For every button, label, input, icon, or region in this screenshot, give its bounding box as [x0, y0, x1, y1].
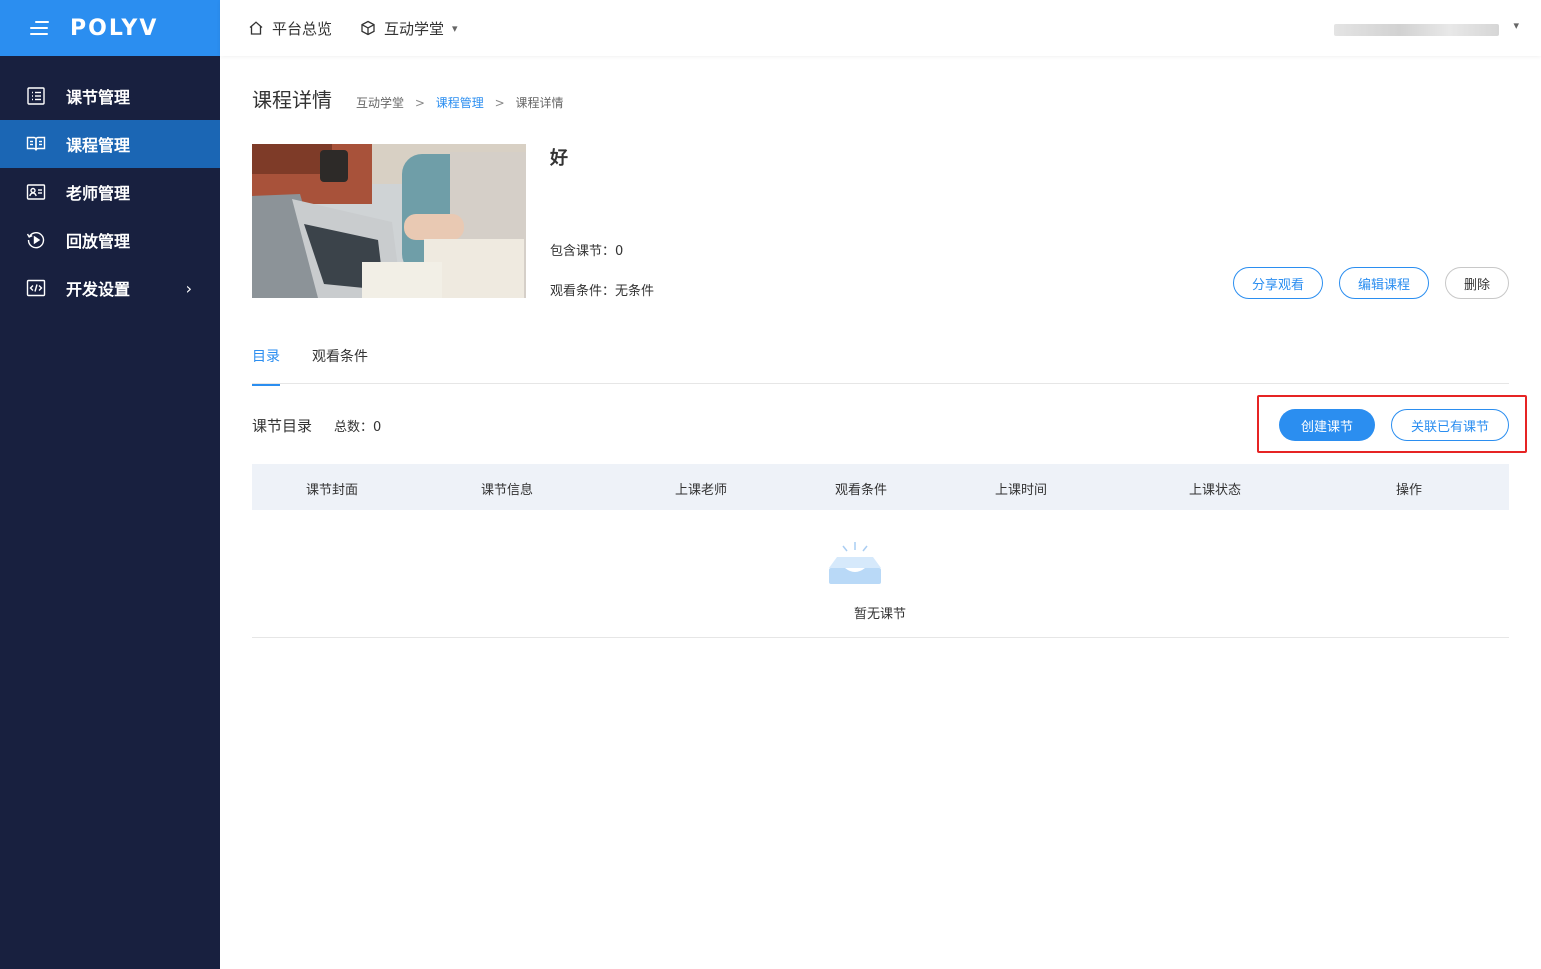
- catalog-total: 总数：0: [334, 420, 382, 435]
- chevron-down-icon[interactable]: ▾: [1513, 19, 1519, 32]
- cover-photo-illustration: [252, 144, 526, 298]
- breadcrumb-item[interactable]: 互动学堂: [356, 96, 404, 110]
- delete-course-button[interactable]: 删除: [1444, 267, 1509, 299]
- breadcrumb-separator: >: [414, 96, 425, 110]
- sidebar-item-label: 课程管理: [66, 136, 131, 155]
- column-header: 操作: [1395, 483, 1423, 498]
- sidebar-item-teachers[interactable]: 老师管理: [0, 168, 220, 216]
- nav-platform-overview[interactable]: 平台总览: [248, 18, 332, 39]
- home-icon: [249, 21, 263, 35]
- share-watch-button[interactable]: 分享观看: [1232, 267, 1323, 299]
- tab-watch-conditions[interactable]: 观看条件: [312, 346, 368, 384]
- link-existing-lesson-button[interactable]: 关联已有课节: [1391, 409, 1509, 441]
- sidebar-nav: 课节管理 课程管理 老师管理 回放管理 开发设置 ›: [0, 72, 220, 312]
- table-header: 课节封面 课节信息 上课老师 观看条件 上课时间 上课状态 操作: [252, 464, 1509, 510]
- sidebar-item-courses[interactable]: 课程管理: [0, 120, 220, 168]
- course-cover-image: [252, 144, 526, 298]
- lesson-table: 课节封面 课节信息 上课老师 观看条件 上课时间 上课状态 操作 暂无课节: [252, 464, 1509, 638]
- column-header: 观看条件: [834, 483, 888, 498]
- detail-tabs: 目录 观看条件: [252, 338, 1509, 386]
- course-actions: 分享观看 编辑课程 删除: [1217, 267, 1509, 299]
- column-header: 上课老师: [674, 483, 728, 498]
- column-header: 上课时间: [994, 483, 1048, 498]
- logo-bar: POLYV: [0, 0, 220, 56]
- course-watch-condition: 观看条件：无条件: [550, 284, 655, 299]
- page-title: 课程详情: [252, 88, 332, 112]
- menu-toggle-icon[interactable]: [30, 20, 50, 36]
- cube-icon: [361, 20, 375, 36]
- create-lesson-button[interactable]: 创建课节: [1279, 409, 1375, 441]
- nav-platform-overview-label: 平台总览: [272, 19, 333, 38]
- breadcrumb-separator: >: [494, 96, 505, 110]
- sidebar-item-dev-settings[interactable]: 开发设置 ›: [0, 264, 220, 312]
- breadcrumb-item[interactable]: 课程管理: [436, 96, 484, 110]
- top-header: 平台总览 互动学堂 ▾ ▾: [220, 0, 1541, 56]
- id-card-icon: [25, 181, 47, 203]
- book-icon: [25, 133, 47, 155]
- nav-product-label: 互动学堂: [384, 19, 445, 38]
- chevron-right-icon: ›: [185, 279, 192, 298]
- sidebar-item-label: 老师管理: [66, 184, 131, 203]
- nav-product-switcher[interactable]: 互动学堂 ▾: [360, 18, 458, 39]
- tab-catalog[interactable]: 目录: [252, 346, 280, 386]
- code-icon: [25, 277, 47, 299]
- title-row: 课程详情 互动学堂 > 课程管理 > 课程详情: [252, 84, 563, 113]
- course-lesson-count: 包含课节：0: [550, 244, 624, 259]
- sidebar-item-label: 课节管理: [66, 88, 131, 107]
- catalog-header: 课节目录 总数：0: [252, 415, 381, 436]
- sidebar-item-lessons[interactable]: 课节管理: [0, 72, 220, 120]
- logo: POLYV: [70, 15, 159, 41]
- sidebar-item-label: 回放管理: [66, 232, 131, 251]
- list-icon: [25, 85, 47, 107]
- empty-state-text: 暂无课节: [853, 607, 907, 622]
- edit-course-button[interactable]: 编辑课程: [1338, 267, 1429, 299]
- breadcrumb-item-current: 课程详情: [515, 96, 564, 110]
- empty-box-icon: [829, 542, 881, 584]
- sidebar: POLYV 课节管理 课程管理 老师管理 回放管理 开发设置 ›: [0, 0, 220, 969]
- table-empty-state: 暂无课节: [252, 510, 1509, 638]
- sidebar-item-label: 开发设置: [66, 280, 131, 299]
- catalog-title: 课节目录: [252, 417, 313, 435]
- course-name: 好: [550, 148, 568, 169]
- sidebar-item-replay[interactable]: 回放管理: [0, 216, 220, 264]
- breadcrumb: 互动学堂 > 课程管理 > 课程详情: [356, 94, 563, 111]
- replay-icon: [25, 229, 47, 251]
- course-info: 好 包含课节：0 观看条件：无条件: [550, 144, 654, 299]
- column-header: 课节封面: [305, 483, 359, 498]
- column-header: 上课状态: [1188, 483, 1242, 498]
- user-account-blurred[interactable]: [1334, 24, 1499, 36]
- chevron-down-icon: ▾: [452, 21, 458, 35]
- column-header: 课节信息: [480, 483, 534, 498]
